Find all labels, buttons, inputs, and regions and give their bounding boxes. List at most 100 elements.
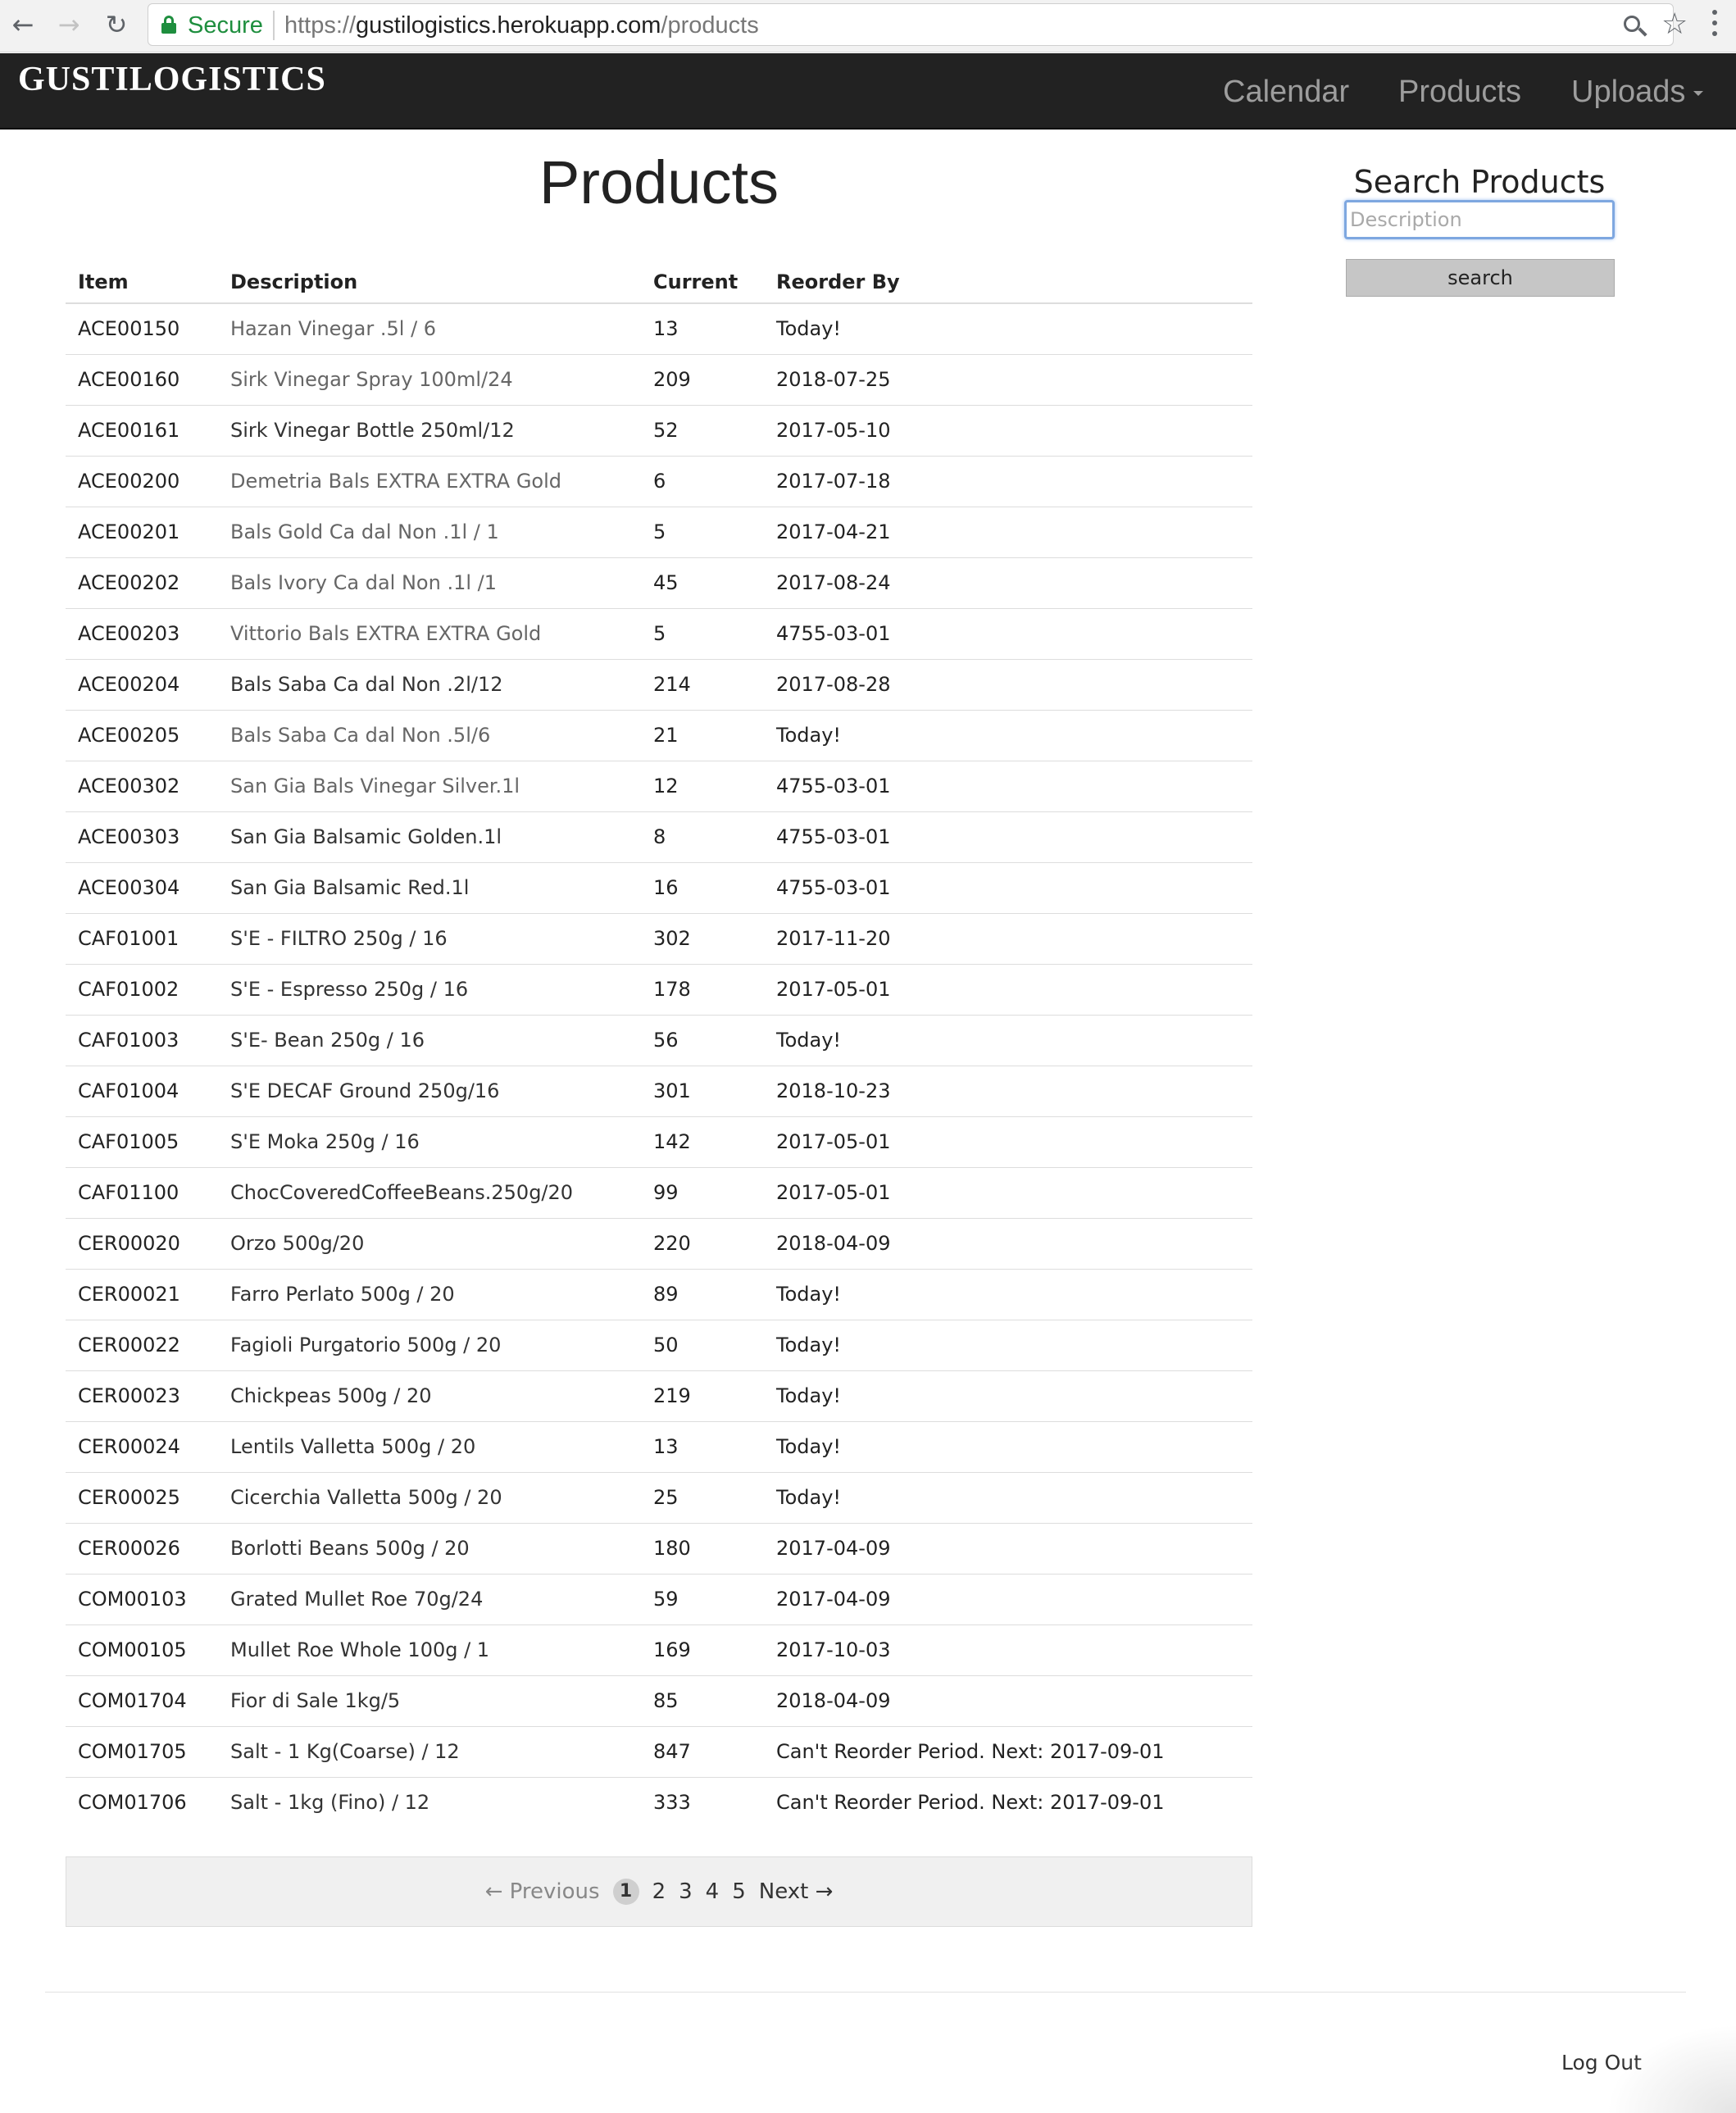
search-input[interactable] (1344, 200, 1615, 239)
pagination-previous[interactable]: ← Previous (485, 1879, 600, 1904)
description-cell[interactable]: S'E - FILTRO 250g / 16 (218, 912, 641, 964)
description-cell[interactable]: S'E Moka 250g / 16 (218, 1116, 641, 1167)
description-cell[interactable]: San Gia Bals Vinegar Silver.1l (218, 760, 641, 811)
description-cell[interactable]: Salt - 1kg (Fino) / 12 (218, 1776, 641, 1828)
pagination-page-5[interactable]: 5 (732, 1879, 746, 1904)
url-text[interactable]: https://gustilogistics.herokuapp.com/pro… (284, 12, 759, 39)
description-cell[interactable]: Lentils Valletta 500g / 20 (218, 1420, 641, 1472)
item-cell: ACE00205 (66, 709, 218, 761)
item-cell: COM00103 (66, 1573, 218, 1625)
current-cell: 52 (641, 404, 764, 456)
bookmark-star-icon[interactable]: ☆ (1661, 7, 1688, 41)
description-cell[interactable]: San Gia Balsamic Golden.1l (218, 811, 641, 862)
pagination-page-2[interactable]: 2 (652, 1879, 666, 1904)
pagination-next[interactable]: Next → (759, 1879, 834, 1904)
reload-icon[interactable]: ↻ (100, 8, 133, 41)
pagination-page-1[interactable]: 1 (612, 1879, 639, 1905)
nav-calendar[interactable]: Calendar (1223, 75, 1349, 110)
table-row: CER00025 Cicerchia Valletta 500g / 20 25 To… (66, 1471, 1252, 1523)
description-cell[interactable]: Chickpeas 500g / 20 (218, 1370, 641, 1421)
column-header-description: Description (218, 252, 641, 304)
item-cell: CAF01005 (66, 1116, 218, 1167)
current-cell: 12 (641, 760, 764, 811)
description-cell[interactable]: Sirk Vinegar Spray 100ml/24 (218, 353, 641, 405)
description-cell[interactable]: Salt - 1 Kg(Coarse) / 12 (218, 1725, 641, 1777)
description-cell[interactable]: Bals Saba Ca dal Non .5l/6 (218, 709, 641, 761)
description-cell[interactable]: Grated Mullet Roe 70g/24 (218, 1573, 641, 1625)
browser-toolbar: ← → ↻ Secure https://gustilogistics.hero… (0, 0, 1736, 52)
current-cell: 13 (641, 1420, 764, 1472)
description-cell[interactable]: Sirk Vinegar Bottle 250ml/12 (218, 404, 641, 456)
description-cell[interactable]: San Gia Balsamic Red.1l (218, 861, 641, 913)
back-arrow-icon[interactable]: ← (7, 8, 39, 41)
reorder-by-cell: 4755-03-01 (764, 760, 1252, 811)
current-cell: 50 (641, 1319, 764, 1370)
description-cell[interactable]: Vittorio Bals EXTRA EXTRA Gold (218, 607, 641, 659)
current-cell: 219 (641, 1370, 764, 1421)
description-cell[interactable]: Orzo 500g/20 (218, 1217, 641, 1269)
table-row: ACE00205 Bals Saba Ca dal Non .5l/6 21 Toda… (66, 709, 1252, 761)
reorder-by-cell: 2017-07-18 (764, 455, 1252, 507)
description-cell[interactable]: Bals Ivory Ca dal Non .1l /1 (218, 557, 641, 608)
reorder-by-cell: 4755-03-01 (764, 607, 1252, 659)
description-cell[interactable]: Bals Gold Ca dal Non .1l / 1 (218, 506, 641, 557)
table-row: ACE00161 Sirk Vinegar Bottle 250ml/12 52 20… (66, 404, 1252, 456)
forward-arrow-icon[interactable]: → (52, 8, 85, 41)
table-row: COM01705 Salt - 1 Kg(Coarse) / 12 847 Can't… (66, 1725, 1252, 1777)
reorder-by-cell: 2017-05-01 (764, 1116, 1252, 1167)
item-cell: CER00024 (66, 1420, 218, 1472)
item-cell: ACE00160 (66, 353, 218, 405)
description-cell[interactable]: Farro Perlato 500g / 20 (218, 1268, 641, 1320)
description-cell[interactable]: Hazan Vinegar .5l / 6 (218, 302, 641, 354)
reorder-by-cell: 2017-08-28 (764, 658, 1252, 710)
description-cell[interactable]: Borlotti Beans 500g / 20 (218, 1522, 641, 1574)
description-cell[interactable]: ChocCoveredCoffeeBeans.250g/20 (218, 1166, 641, 1218)
current-cell: 99 (641, 1166, 764, 1218)
brand-logo[interactable]: GUSTILOGISTICS (18, 60, 326, 99)
nav-uploads[interactable]: Uploads (1571, 75, 1704, 110)
nav-products[interactable]: Products (1398, 75, 1521, 110)
search-button[interactable]: search (1346, 259, 1615, 297)
description-cell[interactable]: Cicerchia Valletta 500g / 20 (218, 1471, 641, 1523)
current-cell: 180 (641, 1522, 764, 1574)
description-cell[interactable]: S'E DECAF Ground 250g/16 (218, 1065, 641, 1116)
item-cell: CAF01004 (66, 1065, 218, 1116)
item-cell: CER00021 (66, 1268, 218, 1320)
site-navbar: GUSTILOGISTICS Calendar Products Uploads (0, 53, 1736, 130)
column-header-current: Current (641, 252, 764, 304)
table-row: ACE00202 Bals Ivory Ca dal Non .1l /1 45 20… (66, 557, 1252, 608)
table-row: CER00020 Orzo 500g/20 220 2018-04-09 (66, 1217, 1252, 1269)
reorder-by-cell: Today! (764, 709, 1252, 761)
pagination-page-3[interactable]: 3 (679, 1879, 693, 1904)
lock-icon (161, 16, 176, 34)
description-cell[interactable]: S'E- Bean 250g / 16 (218, 1014, 641, 1066)
current-cell: 214 (641, 658, 764, 710)
table-row: ACE00204 Bals Saba Ca dal Non .2l/12 214 20… (66, 658, 1252, 710)
item-cell: CER00026 (66, 1522, 218, 1574)
current-cell: 220 (641, 1217, 764, 1269)
current-cell: 56 (641, 1014, 764, 1066)
description-cell[interactable]: Mullet Roe Whole 100g / 1 (218, 1624, 641, 1675)
description-cell[interactable]: Demetria Bals EXTRA EXTRA Gold (218, 455, 641, 507)
browser-menu-icon[interactable] (1698, 5, 1731, 41)
reorder-by-cell: Can't Reorder Period. Next: 2017-09-01 (764, 1776, 1252, 1828)
description-cell[interactable]: Bals Saba Ca dal Non .2l/12 (218, 658, 641, 710)
table-row: CER00023 Chickpeas 500g / 20 219 Today! (66, 1370, 1252, 1421)
pagination-page-4[interactable]: 4 (706, 1879, 720, 1904)
description-cell[interactable]: S'E - Espresso 250g / 16 (218, 963, 641, 1015)
item-cell: ACE00304 (66, 861, 218, 913)
search-title: Search Products (1353, 164, 1606, 200)
current-cell: 21 (641, 709, 764, 761)
item-cell: ACE00150 (66, 302, 218, 354)
current-cell: 16 (641, 861, 764, 913)
address-bar[interactable]: Secure https://gustilogistics.herokuapp.… (148, 3, 1688, 46)
table-row: CER00022 Fagioli Purgatorio 500g / 20 50 To… (66, 1319, 1252, 1370)
table-row: COM00105 Mullet Roe Whole 100g / 1 169 2017… (66, 1624, 1252, 1675)
zoom-icon[interactable] (1622, 14, 1647, 39)
item-cell: CAF01100 (66, 1166, 218, 1218)
current-cell: 333 (641, 1776, 764, 1828)
description-cell[interactable]: Fagioli Purgatorio 500g / 20 (218, 1319, 641, 1370)
description-cell[interactable]: Fior di Sale 1kg/5 (218, 1674, 641, 1726)
item-cell: ACE00161 (66, 404, 218, 456)
item-cell: COM01705 (66, 1725, 218, 1777)
